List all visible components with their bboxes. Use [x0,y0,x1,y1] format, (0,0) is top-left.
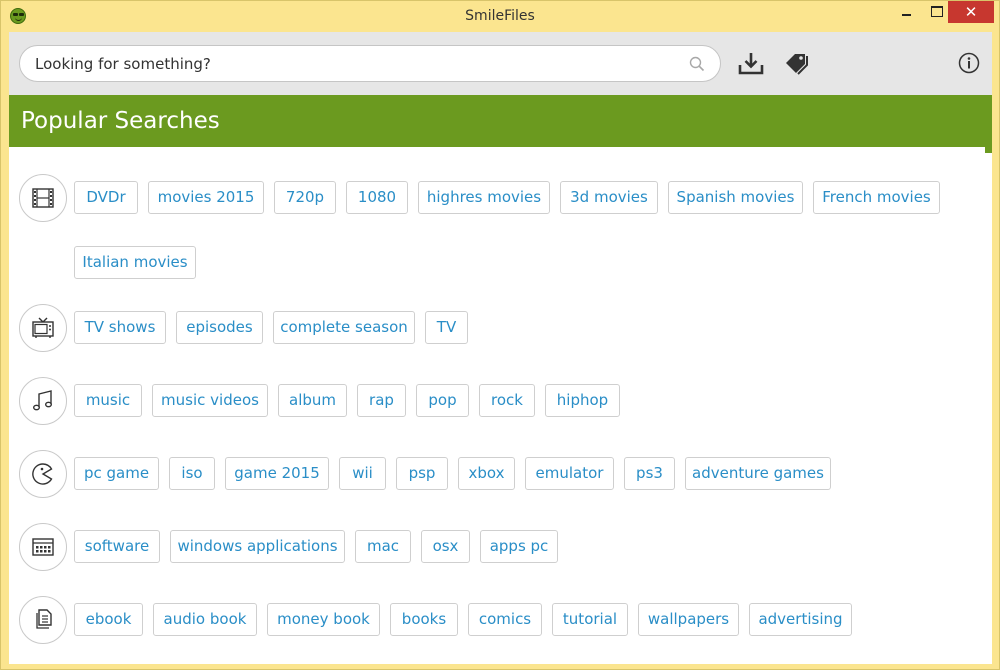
tag-button[interactable]: emulator [525,457,614,490]
tv-icon [32,317,54,338]
title-bar[interactable]: SmileFiles ✕ [1,1,999,31]
tag-button[interactable]: 3d movies [560,181,658,214]
tag-button[interactable]: TV [425,311,468,344]
tag-button[interactable]: advertising [749,603,852,636]
maximize-button[interactable] [922,1,950,23]
app-window-icon [32,538,54,556]
category-icon-circle [19,450,67,498]
document-icon [36,609,52,629]
pacman-icon [32,463,53,485]
tag-button[interactable]: apps pc [480,530,558,563]
tag-button[interactable]: windows applications [170,530,345,563]
tag-button[interactable]: ebook [74,603,143,636]
tag-button[interactable]: iso [169,457,215,490]
category-icon-circle [19,523,67,571]
tag-button[interactable]: wii [339,457,386,490]
tag-button[interactable]: pop [416,384,469,417]
search-icon[interactable] [689,56,705,72]
music-note-icon [33,390,52,411]
search-box[interactable] [19,45,721,82]
tag-button[interactable]: wallpapers [638,603,739,636]
tag-button[interactable]: album [278,384,347,417]
client-area: Popular Searches DVDr [9,32,992,664]
tag-button[interactable]: ps3 [624,457,675,490]
tag-button[interactable]: rock [479,384,535,417]
tag-button[interactable]: osx [421,530,470,563]
tag-button[interactable]: music [74,384,142,417]
tag-button[interactable]: software [74,530,160,563]
tag-button[interactable]: music videos [152,384,268,417]
close-button[interactable]: ✕ [948,1,994,23]
tag-button[interactable]: adventure games [685,457,831,490]
tag-button[interactable]: French movies [813,181,940,214]
download-icon[interactable] [737,50,765,78]
tag-button[interactable]: episodes [176,311,263,344]
tag-button[interactable]: xbox [458,457,515,490]
tag-button[interactable]: books [390,603,458,636]
film-icon [32,188,54,208]
tag-button[interactable]: game 2015 [225,457,329,490]
tag-button[interactable]: pc game [74,457,159,490]
tag-button[interactable]: Italian movies [74,246,196,279]
tag-button[interactable]: audio book [153,603,257,636]
popular-searches-list: DVDr movies 2015 720p 1080 highres movie… [9,147,992,664]
tag-button[interactable]: TV shows [74,311,166,344]
category-icon-circle [19,304,67,352]
tag-button[interactable]: DVDr [74,181,138,214]
category-icon-circle [19,596,67,644]
minimize-button[interactable] [892,1,920,23]
tag-button[interactable]: hiphop [545,384,620,417]
toolbar [9,32,992,95]
window-title: SmileFiles [465,8,535,24]
tag-button[interactable]: highres movies [418,181,550,214]
app-window: SmileFiles ✕ Looking for something? Popu… [0,0,1000,670]
tag-button[interactable]: Spanish movies [668,181,803,214]
tag-button[interactable]: tutorial [552,603,628,636]
search-input[interactable] [35,46,675,81]
tag-button[interactable]: mac [355,530,411,563]
tag-button[interactable]: 1080 [346,181,408,214]
banner-title: Popular Searches [21,108,220,134]
category-icon-circle [19,377,67,425]
tags-icon[interactable] [783,50,811,78]
popular-searches-banner: Popular Searches [9,95,992,147]
tag-button[interactable]: complete season [273,311,415,344]
tag-button[interactable]: rap [357,384,406,417]
tag-button[interactable]: movies 2015 [148,181,264,214]
tag-button[interactable]: 720p [274,181,336,214]
tag-button[interactable]: comics [468,603,542,636]
info-icon[interactable] [958,52,980,74]
tag-button[interactable]: money book [267,603,380,636]
tag-button[interactable]: psp [396,457,448,490]
category-icon-circle [19,174,67,222]
